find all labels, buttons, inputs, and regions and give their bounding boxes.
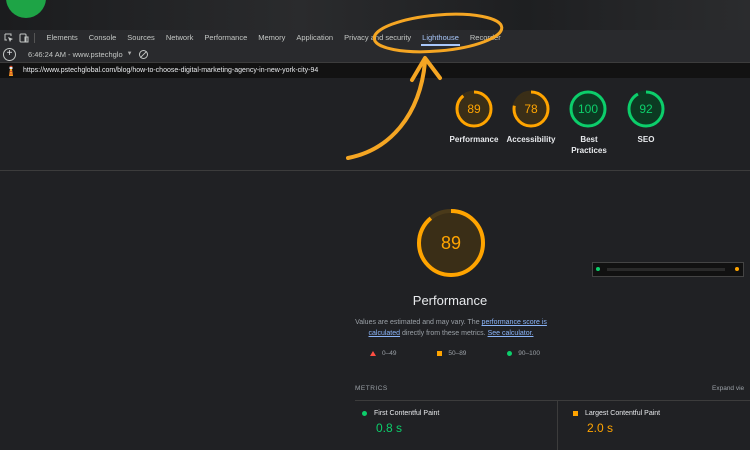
score-gauge-best-practices[interactable]: 100 Best Practices [569, 90, 607, 155]
metric-name: Largest Contentful Paint [585, 410, 661, 417]
gauge-score-value: 92 [639, 102, 653, 116]
tab-performance[interactable]: Performance [199, 30, 253, 46]
thumbnail-bar [607, 268, 725, 271]
metric-value: 2.0 s [587, 421, 614, 435]
legend-fail-label: 0–49 [382, 350, 397, 357]
score-gauge-accessibility[interactable]: 78 Accessibility [507, 90, 555, 144]
new-report-button[interactable]: + [3, 47, 16, 61]
performance-score-value: 89 [440, 233, 462, 253]
gauge-label: Accessibility [506, 135, 556, 144]
metric-largest-contentful-paint: Largest Contentful Paint 2.0 s [573, 410, 660, 435]
legend-average-label: 50–89 [448, 350, 467, 357]
gauge-label: SEO [637, 135, 655, 144]
legend-pass: 90–100 [507, 350, 540, 357]
metrics-header: METRICS [355, 385, 388, 392]
lighthouse-logo-icon [9, 65, 13, 76]
triangle-icon [370, 351, 376, 356]
pass-circle-icon [362, 411, 367, 416]
note-text-prefix: Values are estimated and may vary. The [355, 319, 480, 326]
expand-view-toggle[interactable]: Expand vie [712, 385, 744, 392]
circle-icon [507, 351, 513, 356]
metric-name: First Contentful Paint [374, 410, 440, 417]
tab-console[interactable]: Console [83, 30, 122, 46]
green-logo-partial [6, 0, 46, 18]
performance-title: Performance [412, 293, 488, 308]
legend-pass-label: 90–100 [518, 350, 540, 357]
report-url[interactable]: https://www.pstechglobal.com/blog/how-to… [23, 67, 318, 74]
performance-note: Values are estimated and may vary. The p… [352, 317, 550, 339]
score-gauge-performance[interactable]: 89 Performance [450, 90, 498, 144]
gauge-score-value: 89 [467, 102, 481, 116]
tab-application[interactable]: Application [291, 30, 339, 46]
inspect-element-icon[interactable] [3, 32, 15, 44]
thumbnail-orange-dot [735, 267, 739, 271]
metric-value: 0.8 s [376, 421, 403, 435]
gauge-label: Best Practices [571, 135, 607, 155]
score-gauges: 89 Performance 78 Accessibility 100 Best Prac… [0, 90, 750, 170]
gauge-score-value: 78 [524, 102, 538, 116]
metric-first-contentful-paint: First Contentful Paint 0.8 s [362, 410, 439, 435]
final-screenshot-thumbnail[interactable] [592, 262, 744, 277]
report-selector[interactable]: 6:46:24 AM - www.pstechglo ▼ [28, 50, 133, 59]
page-background-strip [0, 0, 750, 30]
tab-memory[interactable]: Memory [253, 30, 291, 46]
device-toolbar-icon[interactable] [18, 32, 30, 44]
tab-sources[interactable]: Sources [122, 30, 161, 46]
tab-separator [34, 33, 35, 43]
section-divider [0, 170, 750, 171]
average-square-icon [573, 411, 578, 416]
metrics-column-divider [557, 400, 558, 450]
see-calculator-link[interactable]: See calculator. [488, 330, 534, 337]
note-text-middle: directly from these metrics. [401, 330, 486, 337]
tab-network[interactable]: Network [160, 30, 199, 46]
score-gauge-seo[interactable]: 92 SEO [627, 90, 665, 144]
tab-lighthouse[interactable]: Lighthouse [417, 30, 465, 46]
gauge-score-value: 100 [577, 102, 599, 116]
metrics-divider [355, 400, 750, 401]
tab-recorder[interactable]: Recorder [464, 30, 506, 46]
tab-elements[interactable]: Elements [41, 30, 83, 46]
square-icon [437, 351, 443, 356]
score-legend: 0–49 50–89 90–100 [370, 350, 540, 357]
report-url-bar: https://www.pstechglobal.com/blog/how-to… [0, 63, 750, 78]
legend-fail: 0–49 [370, 350, 396, 357]
devtools-tab-bar: Elements Console Sources Network Perform… [0, 30, 750, 47]
report-selector-label: 6:46:24 AM - www.pstechglo [28, 49, 123, 59]
thumbnail-green-dot [596, 267, 600, 271]
tab-privacy-and-security[interactable]: Privacy and security [339, 30, 417, 46]
lighthouse-toolbar: + 6:46:24 AM - www.pstechglo ▼ [0, 46, 750, 63]
chevron-down-icon: ▼ [126, 51, 133, 57]
clear-reports-icon[interactable] [138, 49, 148, 59]
performance-score-gauge: 89 [415, 207, 487, 279]
legend-average: 50–89 [437, 350, 466, 357]
